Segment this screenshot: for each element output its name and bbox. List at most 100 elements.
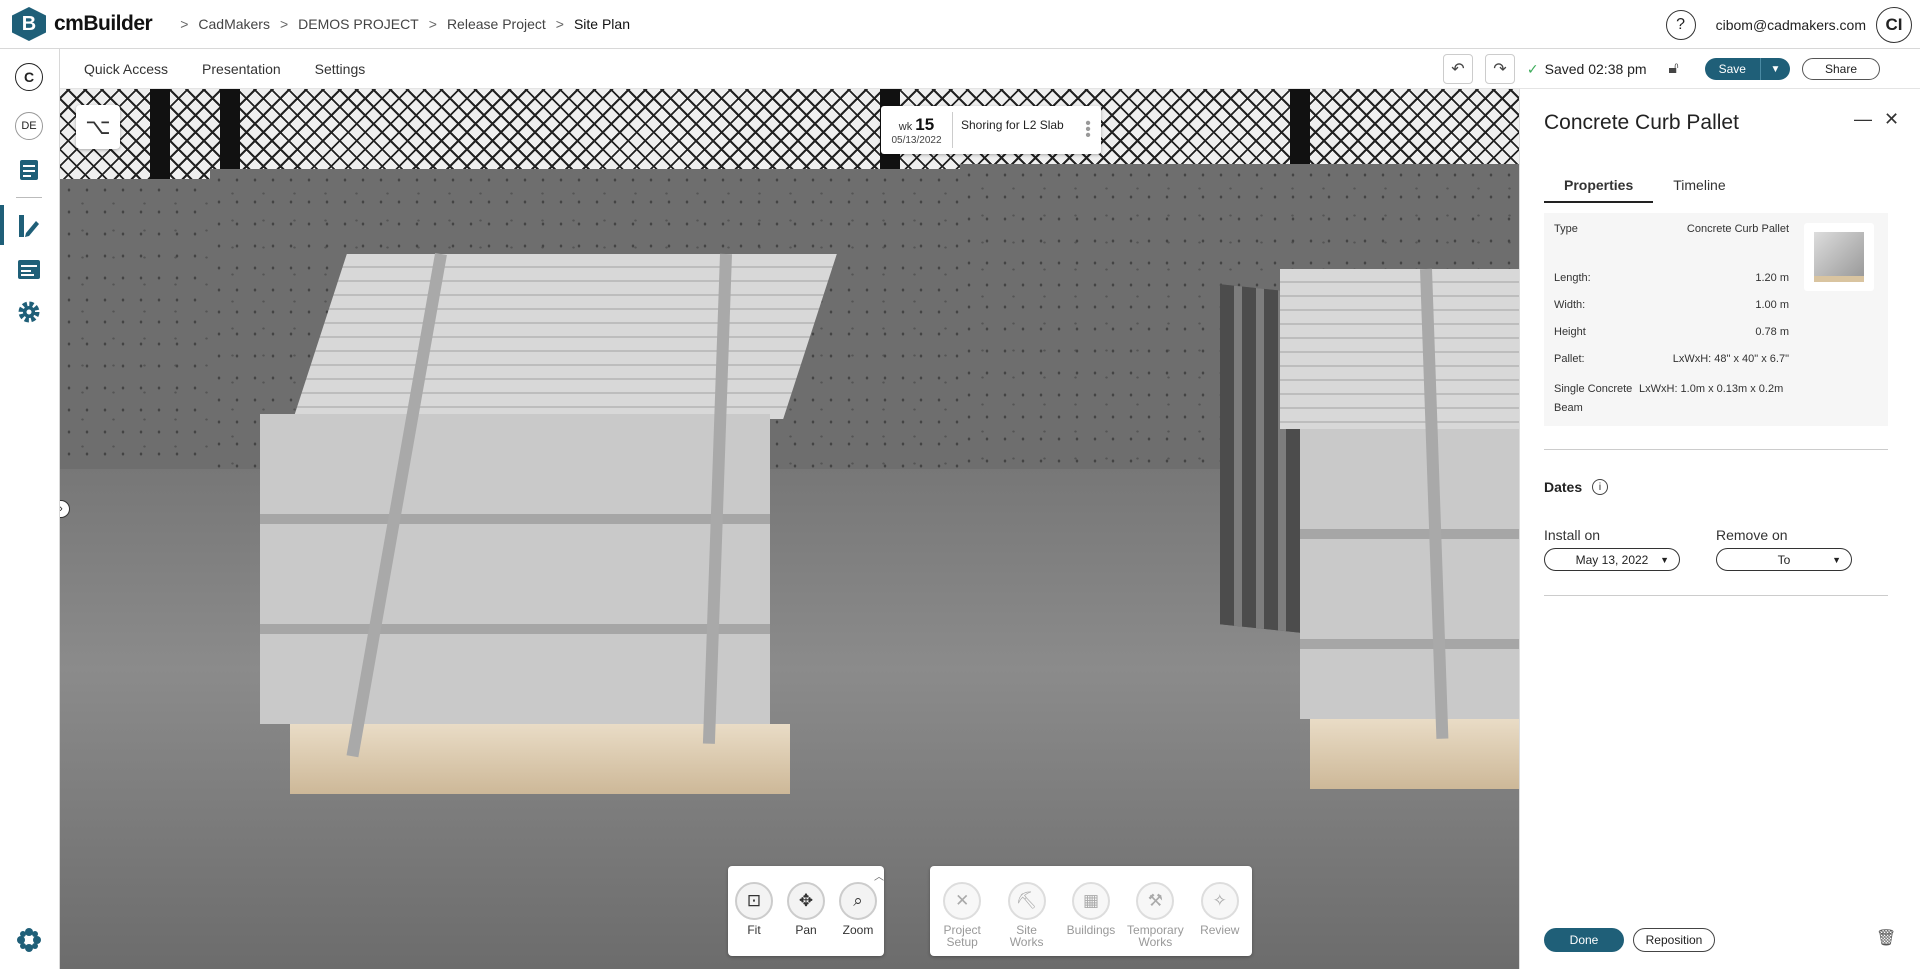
breadcrumb-item[interactable]: > DEMOS PROJECT (280, 16, 419, 32)
dropdown-arrow-icon: ▼ (1660, 554, 1669, 565)
prop-length: Length: 1.20 m (1554, 272, 1789, 284)
share-button[interactable]: Share (1801, 58, 1880, 80)
undo-icon[interactable]: ↶ (1442, 54, 1473, 84)
check-circle-icon: ✓ (1526, 60, 1539, 77)
excavator-icon: ⛏ (1007, 882, 1046, 920)
lock-icon[interactable]: 🔓︎ (1659, 54, 1689, 84)
pallet-front (260, 414, 770, 724)
info-icon[interactable]: i (1592, 479, 1608, 495)
dates-title: Dates (1544, 479, 1583, 495)
redo-icon[interactable]: ↷ (1484, 54, 1515, 84)
trash-icon[interactable]: 🗑︎ (1876, 928, 1896, 948)
fit-tool[interactable]: ⊡ Fit (728, 882, 780, 956)
pan-tool[interactable]: ✥ Pan (780, 882, 832, 956)
org-icon: C (15, 63, 43, 91)
chevron-right-icon: > (555, 16, 564, 32)
concrete-barrier (60, 179, 210, 499)
buildings-tool[interactable]: ▦ Buildings (1063, 882, 1119, 956)
app-name: cmBuilder (54, 12, 153, 35)
left-rail: C DE (0, 49, 60, 969)
building-icon: ▦ (1071, 882, 1110, 920)
chevron-up-icon[interactable]: ︿ (874, 868, 884, 883)
breadcrumb-item[interactable]: > Release Project (429, 16, 546, 32)
concrete-curb-pallet[interactable] (1220, 268, 1519, 889)
close-icon[interactable]: ✕ (1884, 109, 1899, 130)
pallet-thumbnail-image (1814, 232, 1864, 282)
pallet-wood (1310, 719, 1519, 789)
schedule-button[interactable] (12, 252, 46, 286)
calendar-icon (18, 260, 40, 279)
site-plan-button[interactable] (12, 209, 46, 243)
tab-timeline[interactable]: Timeline (1653, 177, 1745, 203)
zoom-tool[interactable]: ⌕ Zoom (832, 882, 884, 956)
concrete-curb-pallet-selected[interactable] (250, 252, 837, 894)
menu-quick-access[interactable]: Quick Access (84, 61, 168, 77)
remove-label: Remove on (1716, 527, 1788, 543)
prop-type: Type Concrete Curb Pallet (1554, 223, 1789, 235)
pallet-top (1280, 269, 1519, 429)
apps-button[interactable] (12, 923, 46, 957)
kebab-menu-icon[interactable]: • • • (1081, 116, 1095, 144)
pallet-top (293, 254, 837, 419)
week-label: wk (898, 120, 913, 133)
review-tool[interactable]: ✧ Review (1192, 882, 1248, 956)
document-icon (20, 160, 38, 180)
done-button[interactable]: Done (1544, 928, 1624, 952)
prop-width: Width: 1.00 m (1554, 299, 1789, 311)
avatar[interactable]: CI (1876, 6, 1912, 43)
documents-button[interactable] (12, 153, 46, 187)
reposition-button[interactable]: Reposition (1633, 928, 1715, 952)
menu-actions: ↶ ↷ ✓ Saved 02:38 pm 🔓︎ Save ▼ Share (1431, 49, 1880, 89)
menu-bar: Quick Access Presentation Settings ↶ ↷ ✓… (60, 49, 1920, 89)
settings-button[interactable] (12, 295, 46, 329)
week-task: Shoring for L2 Slab (961, 118, 1064, 132)
save-group: Save ▼ (1704, 58, 1790, 80)
work-toolbar: ✕ Project Setup ⛏ Site Works ▦ Buildings… (930, 866, 1252, 956)
review-icon: ✧ (1200, 882, 1239, 920)
install-date-select[interactable]: May 13, 2022 ▼ (1544, 548, 1680, 571)
temporary-works-tool[interactable]: ⚒ Temporary Works (1127, 882, 1184, 956)
gear-icon (18, 301, 40, 323)
prop-height: Height 0.78 m (1554, 326, 1789, 338)
help-icon[interactable]: ? (1665, 9, 1696, 40)
rail-divider (16, 197, 42, 198)
fit-icon: ⊡ (735, 882, 773, 920)
user-short-icon: DE (15, 112, 43, 140)
remove-date-select[interactable]: To ▼ (1716, 548, 1852, 571)
breadcrumb-item[interactable]: > CadMakers (180, 16, 270, 32)
app-logo[interactable]: B cmBuilder (12, 7, 153, 41)
dropdown-arrow-icon: ▼ (1832, 554, 1841, 565)
panel-tabs: Properties Timeline (1544, 177, 1746, 203)
menu-settings[interactable]: Settings (315, 61, 366, 77)
properties-box: Type Concrete Curb Pallet Length: 1.20 m… (1544, 213, 1888, 426)
project-setup-tool[interactable]: ✕ Project Setup (934, 882, 990, 956)
panel-title: Concrete Curb Pallet (1544, 111, 1739, 134)
logo-icon: B (12, 7, 46, 41)
save-status: ✓ Saved 02:38 pm (1527, 61, 1647, 78)
prop-pallet: Pallet: LxWxH: 48" x 40" x 6.7" (1554, 353, 1789, 365)
minimize-icon[interactable]: — (1854, 109, 1872, 130)
schedule-week-card[interactable]: wk 15 05/13/2022 Shoring for L2 Slab • • • (881, 106, 1101, 154)
zoom-icon: ⌕ (839, 882, 877, 920)
menu-presentation[interactable]: Presentation (202, 61, 281, 77)
pan-icon: ✥ (787, 882, 825, 920)
tree-view-icon[interactable]: ⌥ (76, 105, 120, 149)
chevron-down-icon[interactable]: ▼ (1759, 58, 1790, 80)
item-thumbnail (1804, 223, 1874, 291)
install-label: Install on (1544, 527, 1601, 543)
week-number: 15 (915, 114, 935, 134)
properties-panel: Concrete Curb Pallet — ✕ Properties Time… (1519, 89, 1920, 969)
save-button[interactable]: Save (1704, 58, 1760, 80)
chevron-right-icon: > (180, 16, 189, 32)
navigation-toolbar: ︿ ⊡ Fit ✥ Pan ⌕ Zoom (728, 866, 884, 956)
site-works-tool[interactable]: ⛏ Site Works (999, 882, 1055, 956)
chevron-right-icon: > (428, 16, 437, 32)
user-email: cibom@cadmakers.com (1715, 16, 1866, 33)
active-indicator (0, 205, 4, 245)
org-button[interactable]: C (12, 60, 46, 94)
user-button[interactable]: DE (12, 109, 46, 143)
prop-single-beam: Single Concrete Beam LxWxH: 1.0m x 0.13m… (1554, 383, 1784, 414)
tab-properties[interactable]: Properties (1544, 177, 1654, 203)
3d-viewport[interactable]: ⌥ › wk 15 05/13/2022 Shoring for L2 Slab… (60, 89, 1519, 969)
pencil-icon (19, 215, 39, 237)
